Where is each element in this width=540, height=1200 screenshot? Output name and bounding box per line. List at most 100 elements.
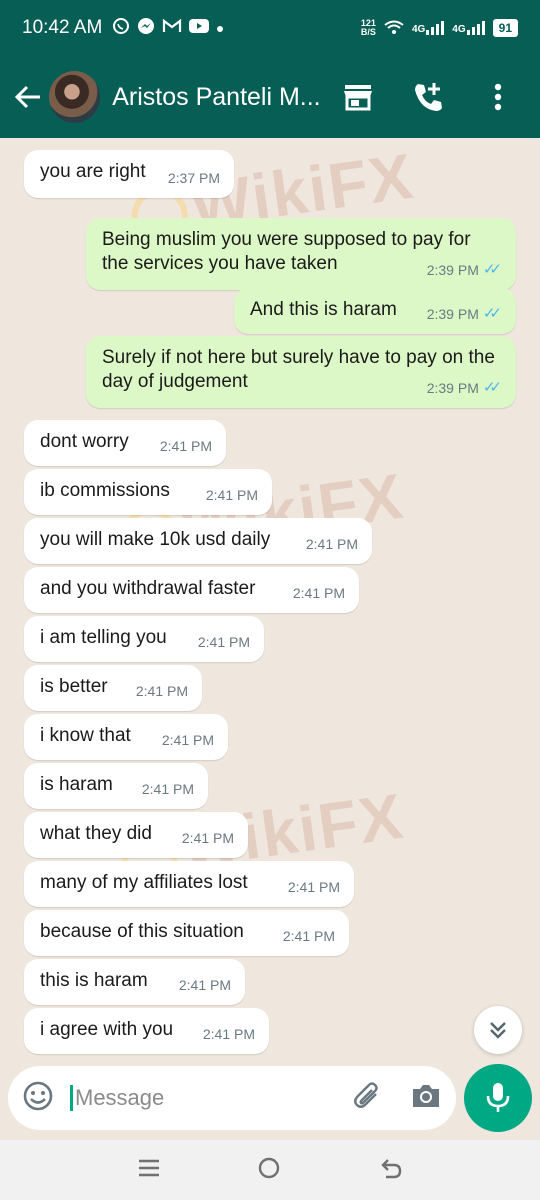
message-meta: 2:41 PM [306, 532, 358, 556]
message-text: ib commissions [40, 480, 170, 501]
status-time: 10:42 AM [22, 17, 103, 38]
battery-icon: 91 [492, 19, 518, 37]
emoji-button[interactable] [22, 1080, 54, 1117]
message-time: 2:41 PM [287, 879, 340, 895]
dot-icon [216, 20, 224, 37]
message-bubble-incoming[interactable]: what they did 2:41 PM [24, 812, 248, 858]
mic-icon [486, 1083, 510, 1112]
message-meta: 2:41 PM [198, 630, 250, 654]
message-bubble-incoming[interactable]: is better 2:41 PM [24, 665, 202, 711]
avatar[interactable] [49, 71, 101, 123]
youtube-icon [189, 19, 210, 37]
recents-button[interactable] [138, 1158, 160, 1183]
message-meta: 2:41 PM [162, 728, 214, 752]
message-bubble-incoming[interactable]: dont worry 2:41 PM [24, 420, 226, 466]
message-meta: 2:39 PM ✓✓ [427, 376, 502, 400]
message-time: 2:41 PM [202, 1026, 255, 1042]
chat-area[interactable]: WikiFX WikiFX WikiFX you are right 2:37 P… [0, 138, 540, 1058]
message-text: and you withdrawal faster [40, 578, 256, 599]
message-bubble-incoming[interactable]: you will make 10k usd daily 2:41 PM [24, 518, 372, 564]
message-time: 2:41 PM [305, 536, 358, 552]
message-bubble-incoming[interactable]: ib commissions 2:41 PM [24, 469, 272, 515]
message-time: 2:39 PM [426, 262, 479, 278]
messenger-icon [137, 17, 155, 39]
business-button[interactable] [338, 77, 378, 117]
message-bubble-incoming[interactable]: i know that 2:41 PM [24, 714, 228, 760]
message-time: 2:41 PM [161, 732, 214, 748]
double-chevron-down-icon [490, 1022, 506, 1039]
message-text: this is haram [40, 970, 148, 991]
message-time: 2:41 PM [181, 830, 234, 846]
message-bubble-incoming[interactable]: many of my affiliates lost 2:41 PM [24, 861, 354, 907]
back-button[interactable] [6, 75, 49, 119]
message-text: many of my affiliates lost [40, 872, 248, 893]
message-meta: 2:39 PM ✓✓ [427, 302, 502, 326]
message-time: 2:41 PM [292, 585, 345, 601]
more-options-button[interactable] [478, 77, 518, 117]
message-text: dont worry [40, 431, 129, 452]
message-bubble-incoming[interactable]: i agree with you 2:41 PM [24, 1008, 269, 1054]
signal-bars-icon [426, 21, 445, 35]
message-meta: 2:41 PM [293, 581, 345, 605]
message-bubble-incoming[interactable]: i am telling you 2:41 PM [24, 616, 264, 662]
circle-home-icon [258, 1157, 280, 1178]
message-meta: 2:41 PM [142, 777, 194, 801]
message-time: 2:41 PM [282, 928, 335, 944]
message-text: i know that [40, 725, 131, 746]
message-composer [8, 1066, 456, 1130]
message-bubble-outgoing[interactable]: Surely if not here but surely have to pa… [86, 336, 516, 408]
signal-bars-icon [466, 21, 485, 35]
message-bubble-outgoing[interactable]: And this is haram 2:39 PM ✓✓ [234, 288, 516, 334]
message-text: i am telling you [40, 627, 167, 648]
phone-plus-icon [415, 83, 442, 111]
contact-name[interactable]: Aristos Panteli M... [112, 83, 338, 112]
store-icon [344, 85, 372, 111]
system-nav-bar [0, 1140, 540, 1200]
message-meta: 2:41 PM [283, 924, 335, 948]
message-input[interactable] [70, 1085, 320, 1111]
message-time: 2:41 PM [141, 781, 194, 797]
scroll-to-bottom-button[interactable] [474, 1006, 522, 1054]
camera-icon [413, 1084, 439, 1107]
message-meta: 2:41 PM [136, 679, 188, 703]
message-bubble-outgoing[interactable]: Being muslim you were supposed to pay fo… [86, 218, 516, 290]
message-meta: 2:41 PM [182, 826, 234, 850]
message-time: 2:41 PM [205, 487, 258, 503]
camera-button[interactable] [410, 1082, 442, 1115]
message-time: 2:41 PM [197, 634, 250, 650]
message-meta: 2:41 PM [203, 1022, 255, 1046]
smiley-icon [23, 1081, 53, 1110]
message-meta: 2:37 PM [168, 166, 220, 190]
more-vert-icon [494, 83, 502, 111]
whatsapp-icon [112, 17, 130, 39]
message-text: you are right [40, 161, 146, 182]
message-time: 2:41 PM [159, 438, 212, 454]
message-meta: 2:41 PM [206, 483, 258, 507]
signal-2: 4G [452, 21, 485, 35]
message-time: 2:41 PM [178, 977, 231, 993]
message-meta: 2:39 PM ✓✓ [427, 258, 502, 282]
message-meta: 2:41 PM [288, 875, 340, 899]
back-nav-button[interactable] [378, 1157, 402, 1184]
message-time: 2:39 PM [426, 380, 479, 396]
notification-icons [112, 17, 224, 39]
voice-record-button[interactable] [464, 1064, 532, 1132]
message-text: what they did [40, 823, 152, 844]
message-bubble-incoming[interactable]: is haram 2:41 PM [24, 763, 208, 809]
message-bubble-incoming[interactable]: because of this situation 2:41 PM [24, 910, 349, 956]
status-right: 121 B/S 4G 4G 91 [361, 19, 518, 38]
gmail-icon [162, 18, 182, 38]
attach-button[interactable] [352, 1080, 384, 1117]
read-ticks-icon: ✓✓ [482, 379, 502, 396]
message-text: because of this situation [40, 921, 244, 942]
add-call-button[interactable] [408, 77, 448, 117]
message-bubble-incoming[interactable]: and you withdrawal faster 2:41 PM [24, 567, 359, 613]
message-bubble-incoming[interactable]: this is haram 2:41 PM [24, 959, 245, 1005]
home-button[interactable] [257, 1156, 281, 1185]
paperclip-icon [354, 1081, 378, 1108]
signal-1: 4G [412, 21, 445, 35]
message-time: 2:39 PM [426, 306, 479, 322]
message-text: i agree with you [40, 1019, 174, 1040]
message-text: you will make 10k usd daily [40, 529, 271, 550]
message-bubble-incoming[interactable]: you are right 2:37 PM [24, 150, 234, 198]
